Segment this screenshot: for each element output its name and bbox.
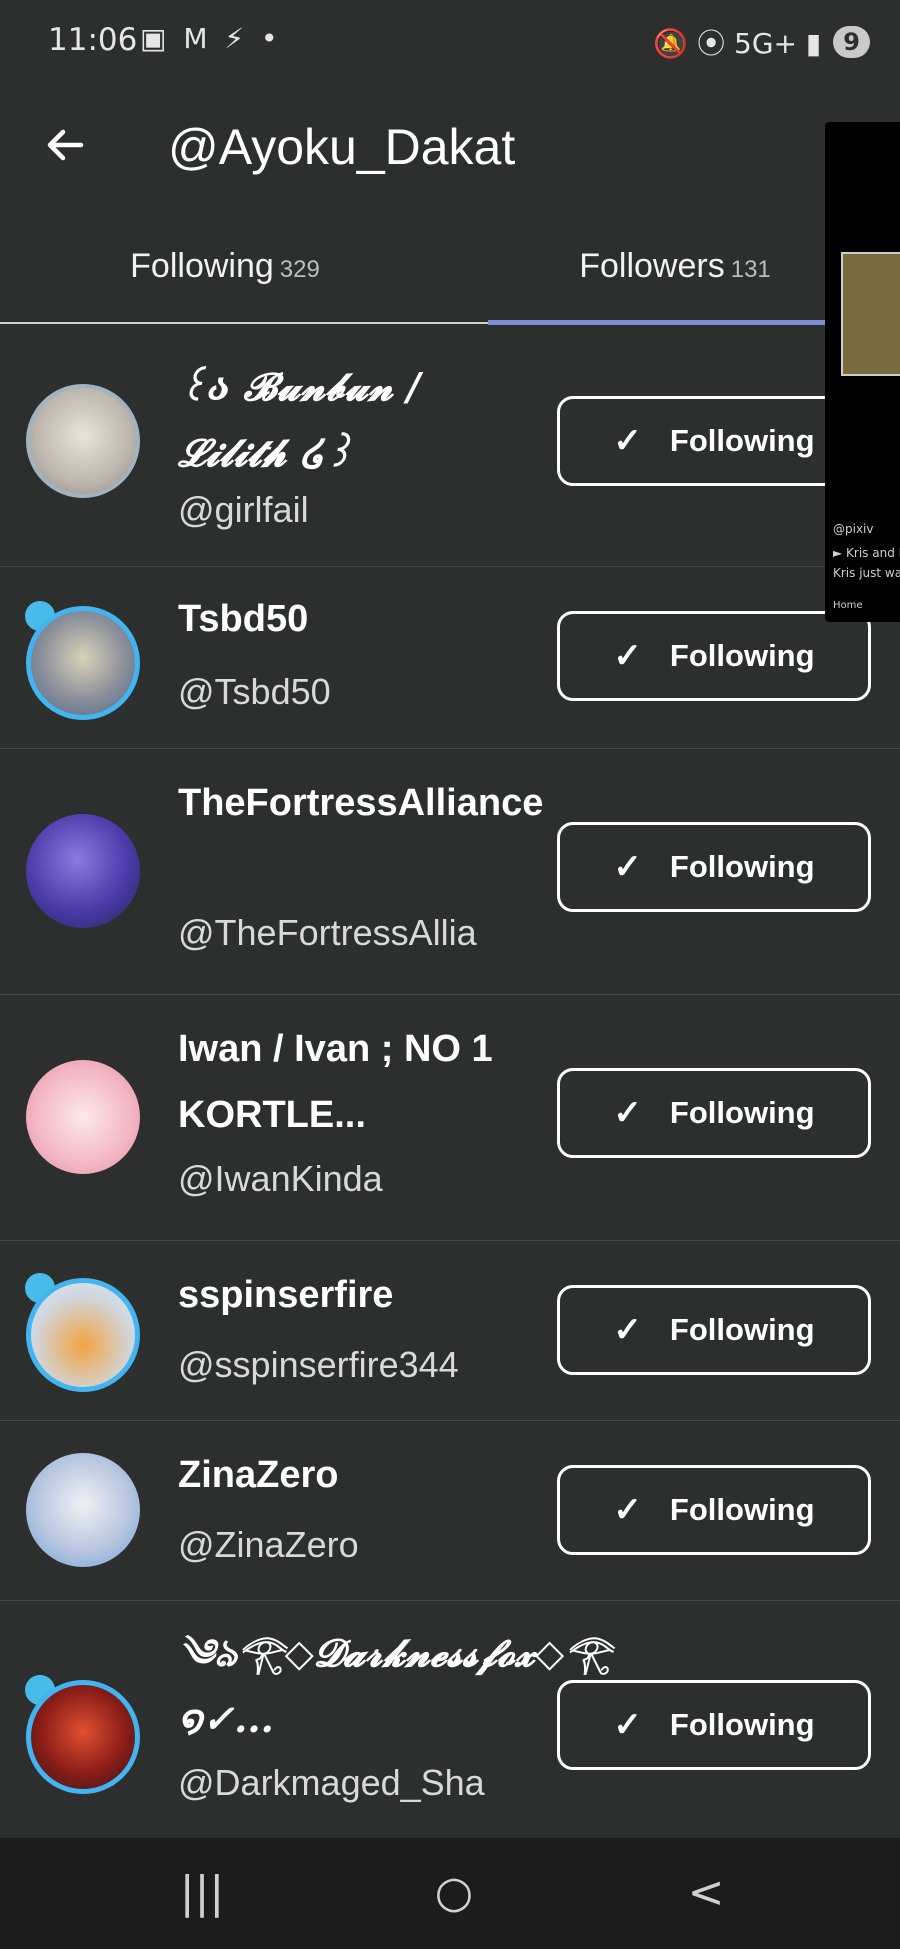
back-nav-icon[interactable]: < — [656, 1858, 756, 1928]
pip-user: @pixiv — [833, 522, 874, 536]
pip-thumbnail — [841, 252, 900, 376]
list-item[interactable]: ZinaZero @ZinaZero ✓ Following — [0, 1420, 900, 1601]
avatar[interactable] — [26, 1060, 140, 1174]
following-button-label: Following — [669, 1707, 815, 1742]
following-button-label: Following — [669, 1492, 815, 1527]
recents-icon[interactable]: ||| — [152, 1858, 252, 1928]
user-handle: @IwanKinda — [178, 1158, 383, 1199]
pip-line2: Kris just wan — [833, 566, 900, 580]
status-time: 11:06 — [48, 22, 138, 58]
check-icon: ✓ — [613, 422, 642, 460]
app-bar: @Ayoku_Dakat — [0, 90, 900, 210]
user-handle: @TheFortressAllia — [178, 912, 477, 953]
avatar[interactable] — [26, 384, 140, 498]
avatar[interactable] — [26, 1680, 140, 1794]
home-icon[interactable]: ○ — [404, 1858, 504, 1928]
list-item[interactable]: sspinserfire @sspinserfire344 ✓ Followin… — [0, 1240, 900, 1421]
user-display-name: ༄ঌ𓂀◇𝓓𝓪𝓻𝓴𝓷𝓮𝓼𝓼𝓯𝓸𝔁◇𓂀 ໑✓... — [178, 1630, 612, 1741]
following-button[interactable]: ✓ Following — [557, 822, 871, 912]
following-button[interactable]: ✓ Following — [557, 1465, 871, 1555]
check-icon: ✓ — [613, 848, 642, 886]
pip-line1: ► Kris and I — [833, 546, 900, 560]
list-item[interactable]: TheFortressAlliance @TheFortressAllia ✓ … — [0, 748, 900, 995]
user-handle: @ZinaZero — [178, 1524, 359, 1565]
tab-followers-label: Followers — [579, 247, 725, 285]
avatar[interactable] — [26, 814, 140, 928]
following-button-label: Following — [669, 1312, 815, 1347]
following-button-label: Following — [669, 638, 815, 673]
check-icon: ✓ — [613, 637, 642, 675]
pip-home-label: Home — [833, 600, 863, 611]
list-item[interactable]: Iwan / Ivan ; NO 1 KORTLE... @IwanKinda … — [0, 994, 900, 1241]
back-arrow-icon[interactable] — [30, 120, 100, 180]
pip-video-overlay[interactable]: @pixiv ► Kris and I Kris just wan Home — [825, 122, 900, 622]
list-item[interactable]: Tsbd50 @Tsbd50 ✓ Following — [0, 566, 900, 749]
tab-following-count: 329 — [279, 256, 320, 283]
following-button-label: Following — [669, 1095, 815, 1130]
following-button[interactable]: ✓ Following — [557, 1068, 871, 1158]
status-bar: 11:06 ▣ M ⚡ • 🔕 ⦿ 5G+ ▮ 9 — [0, 0, 900, 90]
system-nav-bar: ||| ○ < — [0, 1838, 900, 1949]
user-display-name: sspinserfire — [178, 1274, 394, 1316]
following-button-label: Following — [669, 423, 815, 458]
tab-bar: Following 329 Followers 131 — [0, 228, 900, 324]
avatar[interactable] — [26, 606, 140, 720]
user-display-name: Iwan / Ivan ; NO 1 KORTLE... — [178, 1028, 493, 1136]
user-display-name: Tsbd50 — [178, 598, 309, 640]
status-right: 🔕 ⦿ 5G+ ▮ 9 — [653, 22, 870, 62]
list-item[interactable]: ꒰ა 𝓑𝓾𝓷𝓫𝓾𝓷 / 𝓛𝓲𝓵𝓲𝓽𝓱 ໒꒱ @girlfail ✓ Follow… — [0, 324, 900, 567]
user-handle: @Darkmaged_Sha — [178, 1762, 485, 1803]
avatar[interactable] — [26, 1278, 140, 1392]
battery-icon: 9 — [833, 26, 870, 58]
following-button-label: Following — [669, 849, 815, 884]
user-display-name: ZinaZero — [178, 1454, 339, 1496]
user-handle: @Tsbd50 — [178, 671, 331, 712]
notification-icons: ▣ M ⚡ • — [140, 22, 282, 55]
page-title: @Ayoku_Dakat — [168, 119, 516, 175]
list-item[interactable]: ༄ঌ𓂀◇𝓓𝓪𝓻𝓴𝓷𝓮𝓼𝓼𝓯𝓸𝔁◇𓂀 ໑✓... @Darkmaged_Sha ✓… — [0, 1600, 900, 1840]
following-button[interactable]: ✓ Following — [557, 396, 871, 486]
following-button[interactable]: ✓ Following — [557, 611, 871, 701]
check-icon: ✓ — [613, 1706, 642, 1744]
tab-following[interactable]: Following 329 — [0, 228, 450, 324]
avatar[interactable] — [26, 1453, 140, 1567]
user-display-name: TheFortressAlliance — [178, 782, 544, 824]
following-button[interactable]: ✓ Following — [557, 1285, 871, 1375]
user-handle: @sspinserfire344 — [178, 1344, 459, 1385]
user-handle: @girlfail — [178, 489, 309, 530]
tab-following-label: Following — [130, 247, 274, 285]
check-icon: ✓ — [613, 1311, 642, 1349]
check-icon: ✓ — [613, 1491, 642, 1529]
user-display-name: ꒰ა 𝓑𝓾𝓷𝓫𝓾𝓷 / 𝓛𝓲𝓵𝓲𝓽𝓱 ໒꒱ — [178, 364, 421, 475]
signal-icons: 🔕 ⦿ 5G+ ▮ — [653, 27, 822, 60]
following-button[interactable]: ✓ Following — [557, 1680, 871, 1770]
tab-followers-count: 131 — [730, 256, 771, 283]
check-icon: ✓ — [613, 1094, 642, 1132]
